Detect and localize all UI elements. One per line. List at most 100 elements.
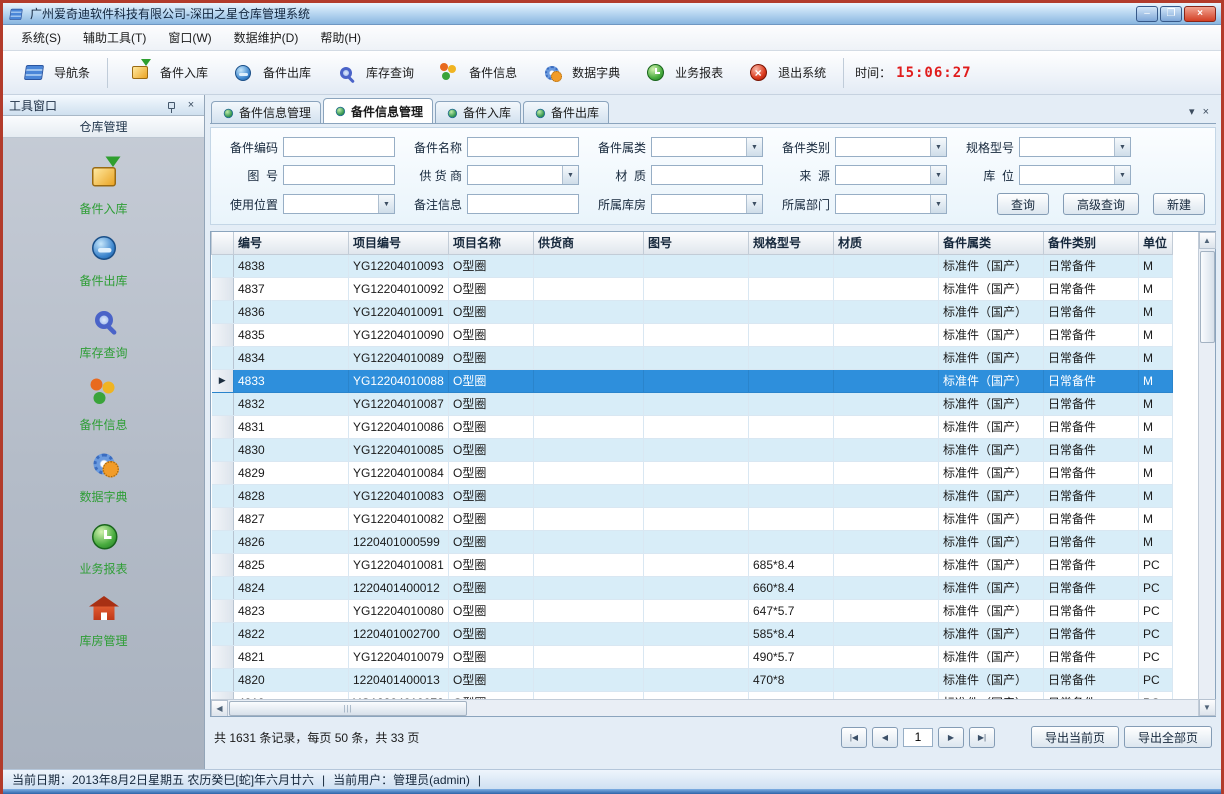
- scroll-down-button[interactable]: ▼: [1199, 699, 1216, 716]
- advanced-query-button[interactable]: 高级查询: [1063, 193, 1139, 215]
- toolbar-nav-bar-button[interactable]: 导航条: [11, 55, 98, 91]
- column-header[interactable]: 备件属类: [939, 232, 1044, 254]
- table-row[interactable]: 4831YG12204010086O型圈标准件（国产）日常备件M: [212, 415, 1173, 438]
- sidebar-item-warehouse-manage[interactable]: 库房管理: [29, 582, 179, 654]
- column-header[interactable]: 单位: [1139, 232, 1173, 254]
- menu-item-help[interactable]: 帮助(H): [310, 26, 371, 49]
- sidebar-item-stock-query[interactable]: 库存查询: [29, 294, 179, 366]
- part-code-input[interactable]: [283, 137, 395, 157]
- department-select[interactable]: ▼: [835, 194, 947, 214]
- column-header[interactable]: 项目名称: [449, 232, 534, 254]
- pin-icon[interactable]: [164, 98, 178, 112]
- toolbar-data-dict-button[interactable]: 数据字典: [529, 55, 628, 91]
- table-row[interactable]: 4830YG12204010085O型圈标准件（国产）日常备件M: [212, 438, 1173, 461]
- toolbar-stock-query-button[interactable]: 库存查询: [323, 55, 422, 91]
- table-row[interactable]: 4827YG12204010082O型圈标准件（国产）日常备件M: [212, 507, 1173, 530]
- menu-item-assist-tools[interactable]: 辅助工具(T): [73, 26, 156, 49]
- column-header[interactable]: 项目编号: [349, 232, 449, 254]
- query-button[interactable]: 查询: [997, 193, 1049, 215]
- minimize-button[interactable]: –: [1136, 6, 1158, 22]
- material-input[interactable]: [651, 165, 763, 185]
- cell: [749, 415, 834, 438]
- table-row[interactable]: 48241220401400012O型圈660*8.4标准件（国产）日常备件PC: [212, 576, 1173, 599]
- table-row[interactable]: 4837YG12204010092O型圈标准件（国产）日常备件M: [212, 277, 1173, 300]
- part-name-input[interactable]: [467, 137, 579, 157]
- table-row[interactable]: 4836YG12204010091O型圈标准件（国产）日常备件M: [212, 300, 1173, 323]
- vertical-scrollbar[interactable]: ▲ ▼: [1198, 232, 1215, 716]
- part-type-select[interactable]: ▼: [835, 137, 947, 157]
- close-button[interactable]: ×: [1184, 6, 1216, 22]
- column-header[interactable]: 规格型号: [749, 232, 834, 254]
- scroll-left-button[interactable]: ◀: [211, 700, 228, 717]
- table-row[interactable]: 4823YG12204010080O型圈647*5.7标准件（国产）日常备件PC: [212, 599, 1173, 622]
- source-select[interactable]: ▼: [835, 165, 947, 185]
- supplier-select[interactable]: ▼: [467, 165, 579, 185]
- remark-input[interactable]: [467, 194, 579, 214]
- horizontal-scrollbar[interactable]: ◀ |||: [211, 699, 1198, 716]
- last-page-button[interactable]: ▶|: [969, 727, 995, 748]
- drawing-no-input[interactable]: [283, 165, 395, 185]
- menu-item-data-maintain[interactable]: 数据维护(D): [224, 26, 309, 49]
- column-header[interactable]: 供货商: [534, 232, 644, 254]
- scroll-up-button[interactable]: ▲: [1199, 232, 1216, 249]
- sidebar-item-business-report[interactable]: 业务报表: [29, 510, 179, 582]
- sidebar-item-parts-in[interactable]: 备件入库: [29, 150, 179, 222]
- page-number-input[interactable]: [903, 728, 933, 747]
- tab-parts-in[interactable]: 备件入库: [435, 101, 521, 123]
- export-all-pages-button[interactable]: 导出全部页: [1124, 726, 1212, 748]
- table-row[interactable]: 48261220401000599O型圈标准件（国产）日常备件M: [212, 530, 1173, 553]
- table-row[interactable]: 4838YG12204010093O型圈标准件（国产）日常备件M: [212, 254, 1173, 277]
- sidebar-item-parts-info[interactable]: 备件信息: [29, 366, 179, 438]
- vertical-scrollbar-thumb[interactable]: [1200, 251, 1215, 343]
- table-row[interactable]: 48201220401400013O型圈470*8标准件（国产）日常备件PC: [212, 668, 1173, 691]
- location-select[interactable]: ▼: [1019, 165, 1131, 185]
- table-row[interactable]: 4821YG12204010079O型圈490*5.7标准件（国产）日常备件PC: [212, 645, 1173, 668]
- tab-parts-info-manage-2[interactable]: 备件信息管理: [323, 98, 433, 123]
- tab-parts-out[interactable]: 备件出库: [523, 101, 609, 123]
- cell: O型圈: [449, 346, 534, 369]
- first-page-button[interactable]: |◀: [841, 727, 867, 748]
- sidebar-close-icon[interactable]: ×: [184, 98, 198, 112]
- menu-item-system[interactable]: 系统(S): [11, 26, 71, 49]
- column-header[interactable]: 编号: [234, 232, 349, 254]
- table-row[interactable]: 4829YG12204010084O型圈标准件（国产）日常备件M: [212, 461, 1173, 484]
- table-row[interactable]: ▶4833YG12204010088O型圈标准件（国产）日常备件M: [212, 369, 1173, 392]
- table-row[interactable]: 4825YG12204010081O型圈685*8.4标准件（国产）日常备件PC: [212, 553, 1173, 576]
- export-current-page-button[interactable]: 导出当前页: [1031, 726, 1119, 748]
- tab-close-icon[interactable]: ×: [1203, 107, 1209, 118]
- use-position-select[interactable]: ▼: [283, 194, 395, 214]
- column-header[interactable]: 材质: [834, 232, 939, 254]
- table-row[interactable]: 4832YG12204010087O型圈标准件（国产）日常备件M: [212, 392, 1173, 415]
- cell: O型圈: [449, 530, 534, 553]
- tab-list-dropdown-icon[interactable]: ▾: [1189, 107, 1195, 118]
- sidebar-item-data-dict[interactable]: 数据字典: [29, 438, 179, 510]
- pagination-controls: |◀ ◀ ▶ ▶| 导出当前页 导出全部页: [841, 726, 1212, 748]
- column-header[interactable]: 备件类别: [1044, 232, 1139, 254]
- part-category-select[interactable]: ▼: [651, 137, 763, 157]
- column-header[interactable]: 图号: [644, 232, 749, 254]
- next-page-button[interactable]: ▶: [938, 727, 964, 748]
- tab-parts-info-manage-1[interactable]: 备件信息管理: [211, 101, 321, 123]
- toolbar-parts-out-button[interactable]: 备件出库: [220, 55, 319, 91]
- new-button[interactable]: 新建: [1153, 193, 1205, 215]
- table-row[interactable]: 4834YG12204010089O型圈标准件（国产）日常备件M: [212, 346, 1173, 369]
- cell: [834, 622, 939, 645]
- cell: 4829: [234, 461, 349, 484]
- toolbar-exit-system-button[interactable]: 退出系统: [735, 55, 834, 91]
- menu-item-window[interactable]: 窗口(W): [158, 26, 221, 49]
- table-row[interactable]: 48221220401002700O型圈585*8.4标准件（国产）日常备件PC: [212, 622, 1173, 645]
- horizontal-scrollbar-thumb[interactable]: |||: [229, 701, 467, 716]
- toolbar-business-report-button[interactable]: 业务报表: [632, 55, 731, 91]
- prev-page-button[interactable]: ◀: [872, 727, 898, 748]
- cell: [834, 599, 939, 622]
- maximize-button[interactable]: ❐: [1160, 6, 1182, 22]
- cell: [644, 668, 749, 691]
- field-part-code: 备件编码: [223, 137, 395, 157]
- spec-model-select[interactable]: ▼: [1019, 137, 1131, 157]
- table-row[interactable]: 4835YG12204010090O型圈标准件（国产）日常备件M: [212, 323, 1173, 346]
- table-row[interactable]: 4828YG12204010083O型圈标准件（国产）日常备件M: [212, 484, 1173, 507]
- sidebar-item-parts-out[interactable]: 备件出库: [29, 222, 179, 294]
- toolbar-parts-in-button[interactable]: 备件入库: [117, 55, 216, 91]
- toolbar-parts-info-button[interactable]: 备件信息: [426, 55, 525, 91]
- warehouse-select[interactable]: ▼: [651, 194, 763, 214]
